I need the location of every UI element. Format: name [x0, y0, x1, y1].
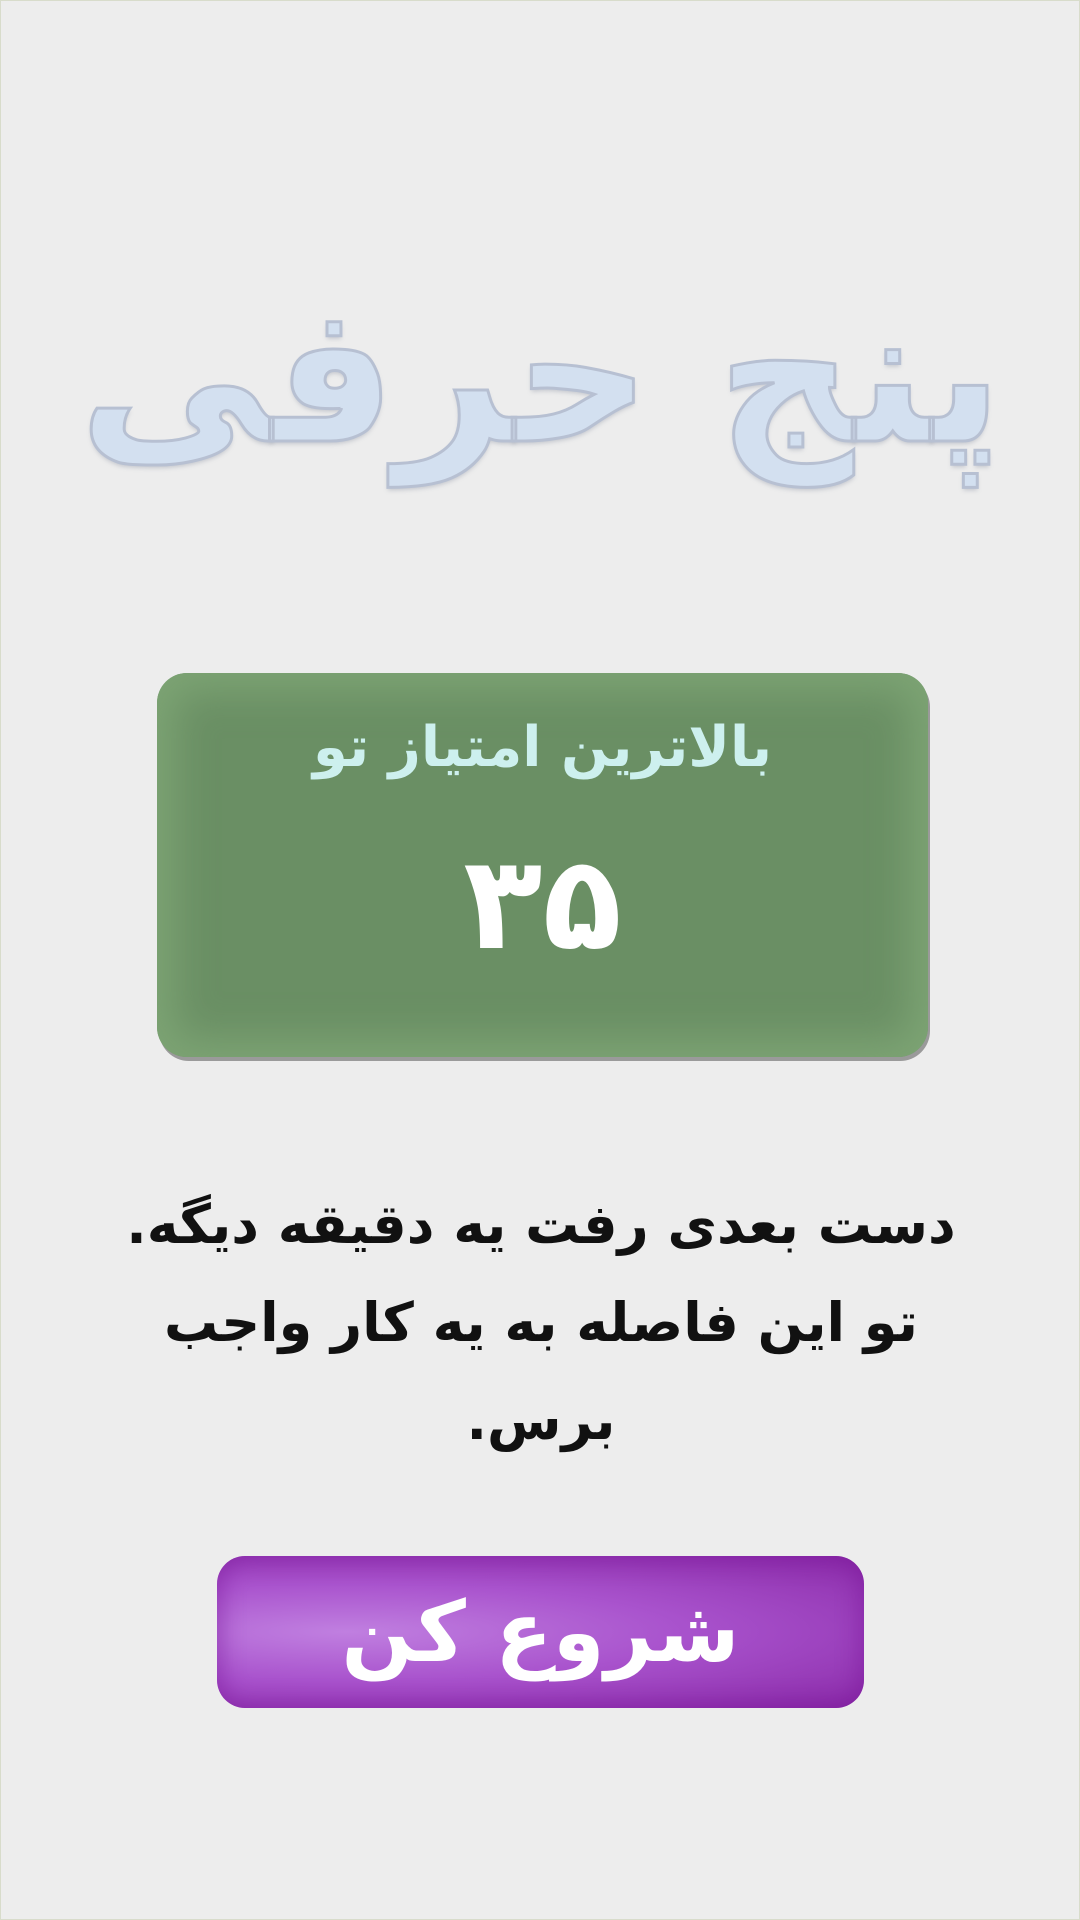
high-score-label: بالاترین امتیاز تو	[312, 715, 773, 780]
start-button[interactable]: شروع کن	[217, 1556, 864, 1708]
high-score-value: ۳۵	[463, 827, 622, 979]
game-screen: پنج حرفی بالاترین امتیاز تو ۳۵ دست بعدی …	[0, 0, 1080, 1920]
high-score-card: بالاترین امتیاز تو ۳۵	[157, 673, 928, 1057]
wait-message: دست بعدی رفت یه دقیقه دیگه. تو این فاصله…	[126, 1193, 956, 1452]
game-title: پنج حرفی	[78, 264, 1005, 488]
